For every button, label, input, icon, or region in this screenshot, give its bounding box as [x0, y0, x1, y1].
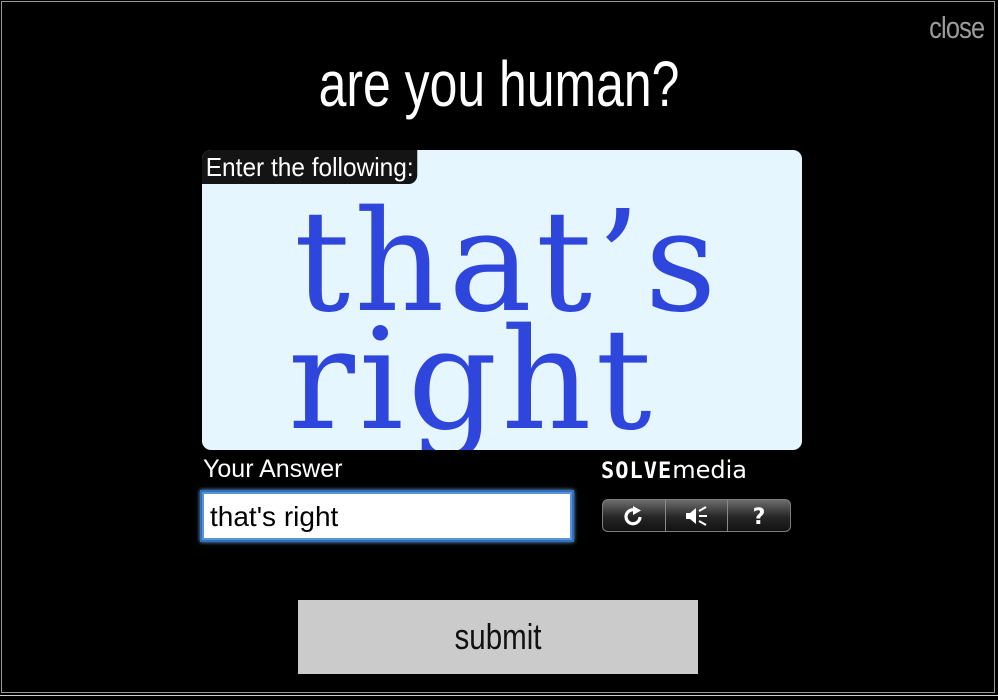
bottom-divider — [0, 695, 998, 696]
solve-media-logo: SOLVEmedia — [601, 454, 747, 488]
audio-icon — [685, 505, 707, 526]
captcha-line-2: right — [288, 299, 656, 450]
refresh-button[interactable] — [603, 500, 666, 531]
answer-input[interactable] — [202, 492, 572, 540]
refresh-icon — [624, 505, 642, 525]
help-icon: ? — [753, 505, 766, 528]
brand-solve: SOLVE — [601, 459, 673, 484]
captcha-instruction: Enter the following: — [202, 150, 418, 184]
dialog-title: are you human? — [318, 48, 680, 120]
captcha-toolbar: ? — [602, 499, 791, 532]
audio-button[interactable] — [666, 500, 729, 531]
captcha-image: that’s right — [288, 181, 717, 450]
svg-text:?: ? — [753, 505, 766, 528]
answer-label: Your Answer — [203, 455, 343, 483]
captcha-panel: that’s right Enter the following: — [202, 150, 802, 450]
close-button[interactable]: close — [929, 10, 985, 46]
submit-label: submit — [454, 616, 542, 657]
brand-media: media — [672, 456, 747, 484]
submit-button[interactable]: submit — [298, 600, 698, 674]
help-button[interactable]: ? — [728, 500, 790, 531]
